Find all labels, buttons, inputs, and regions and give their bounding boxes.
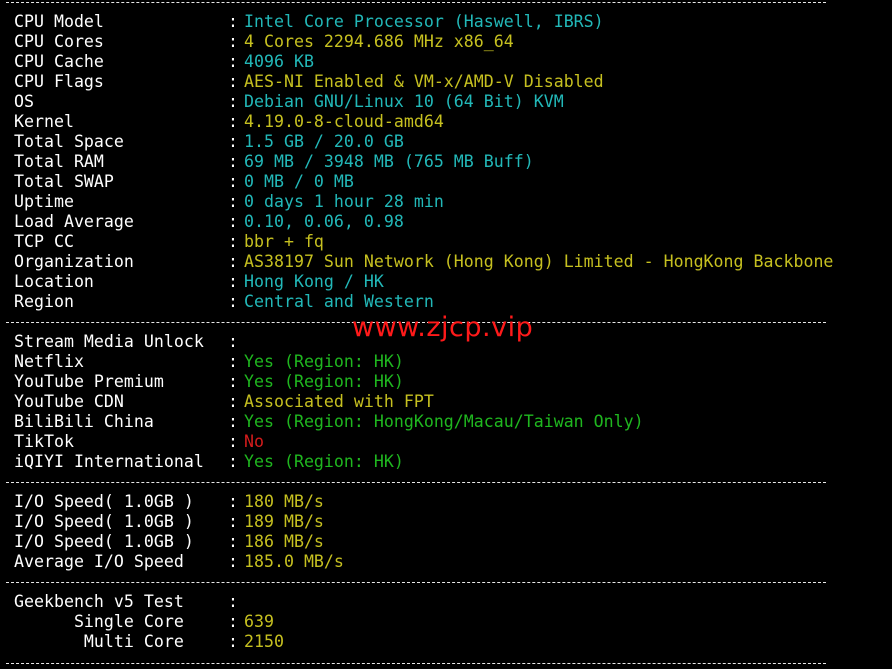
- row-label: Region: [14, 292, 74, 311]
- row-label: Total RAM: [14, 152, 104, 171]
- row-colon: :: [228, 392, 238, 411]
- row-value: 4.19.0-8-cloud-amd64: [244, 112, 444, 131]
- row-value: Yes (Region: HK): [244, 352, 404, 371]
- watermark-text: www.zjcp.vip: [352, 312, 534, 343]
- row-label: I/O Speed( 1.0GB ): [14, 532, 194, 551]
- row-colon: :: [228, 412, 238, 431]
- row-colon: :: [228, 12, 238, 31]
- row-label: Load Average: [14, 212, 134, 231]
- row-colon: :: [228, 612, 238, 631]
- row-value: Intel Core Processor (Haswell, IBRS): [244, 12, 604, 31]
- row-colon: :: [228, 212, 238, 231]
- row-colon: :: [228, 272, 238, 291]
- row-colon: :: [228, 52, 238, 71]
- row-label: I/O Speed( 1.0GB ): [14, 492, 194, 511]
- row-value: 2150: [244, 632, 284, 651]
- row-label: Geekbench v5 Test: [14, 592, 184, 611]
- row-colon: :: [228, 152, 238, 171]
- row-label: CPU Cache: [14, 52, 104, 71]
- row-value: 0 days 1 hour 28 min: [244, 192, 444, 211]
- row-colon: :: [228, 32, 238, 51]
- row-label: Total Space: [14, 132, 124, 151]
- row-label: Total SWAP: [14, 172, 114, 191]
- row-colon: :: [228, 192, 238, 211]
- row-value: 185.0 MB/s: [244, 552, 344, 571]
- row-label: YouTube Premium: [14, 372, 164, 391]
- separator-top: [6, 2, 826, 3]
- row-label: Stream Media Unlock: [14, 332, 204, 351]
- separator-bottom: [6, 663, 826, 664]
- row-value: 639: [244, 612, 274, 631]
- row-value: 4096 KB: [244, 52, 314, 71]
- row-value: No: [244, 432, 264, 451]
- row-value: 0.10, 0.06, 0.98: [244, 212, 404, 231]
- row-colon: :: [228, 132, 238, 151]
- row-colon: :: [228, 432, 238, 451]
- row-label: Netflix: [14, 352, 84, 371]
- row-label: BiliBili China: [14, 412, 154, 431]
- row-colon: :: [228, 532, 238, 551]
- row-label: I/O Speed( 1.0GB ): [14, 512, 194, 531]
- row-value: 0 MB / 0 MB: [244, 172, 354, 191]
- row-colon: :: [228, 352, 238, 371]
- terminal-window: CPU Model: Intel Core Processor (Haswell,…: [0, 0, 892, 669]
- separator-geekbench: [6, 582, 826, 583]
- row-colon: :: [228, 252, 238, 271]
- row-value: 180 MB/s: [244, 492, 324, 511]
- row-value: Yes (Region: HK): [244, 452, 404, 471]
- row-value: 1.5 GB / 20.0 GB: [244, 132, 404, 151]
- row-colon: :: [228, 292, 238, 311]
- row-colon: :: [228, 592, 238, 611]
- row-value: bbr + fq: [244, 232, 324, 251]
- row-colon: :: [228, 632, 238, 651]
- row-label: YouTube CDN: [14, 392, 124, 411]
- row-label: CPU Model: [14, 12, 104, 31]
- row-colon: :: [228, 112, 238, 131]
- row-value: 186 MB/s: [244, 532, 324, 551]
- row-colon: :: [228, 552, 238, 571]
- row-colon: :: [228, 332, 238, 351]
- row-label: TikTok: [14, 432, 74, 451]
- row-colon: :: [228, 232, 238, 251]
- row-label: Single Core: [14, 612, 184, 631]
- row-label: iQIYI International: [14, 452, 204, 471]
- row-label: Uptime: [14, 192, 74, 211]
- row-value: Yes (Region: HongKong/Macau/Taiwan Only): [244, 412, 644, 431]
- row-label: Kernel: [14, 112, 74, 131]
- row-colon: :: [228, 72, 238, 91]
- row-colon: :: [228, 492, 238, 511]
- row-value: 189 MB/s: [244, 512, 324, 531]
- row-value: Debian GNU/Linux 10 (64 Bit) KVM: [244, 92, 564, 111]
- row-value: AES-NI Enabled & VM-x/AMD-V Disabled: [244, 72, 604, 91]
- row-colon: :: [228, 452, 238, 471]
- row-label: Organization: [14, 252, 134, 271]
- row-value: 4 Cores 2294.686 MHz x86_64: [244, 32, 514, 51]
- row-label: OS: [14, 92, 34, 111]
- row-colon: :: [228, 172, 238, 191]
- row-label: CPU Flags: [14, 72, 104, 91]
- row-value: 69 MB / 3948 MB (765 MB Buff): [244, 152, 534, 171]
- row-value: Central and Western: [244, 292, 434, 311]
- row-label: Multi Core: [14, 632, 184, 651]
- row-label: TCP CC: [14, 232, 74, 251]
- row-colon: :: [228, 92, 238, 111]
- separator-io: [6, 482, 826, 483]
- row-value: Yes (Region: HK): [244, 372, 404, 391]
- row-label: Average I/O Speed: [14, 552, 184, 571]
- row-colon: :: [228, 512, 238, 531]
- row-colon: :: [228, 372, 238, 391]
- row-label: CPU Cores: [14, 32, 104, 51]
- row-label: Location: [14, 272, 94, 291]
- row-value: Associated with FPT: [244, 392, 434, 411]
- row-value: AS38197 Sun Network (Hong Kong) Limited …: [244, 252, 834, 271]
- row-value: Hong Kong / HK: [244, 272, 384, 291]
